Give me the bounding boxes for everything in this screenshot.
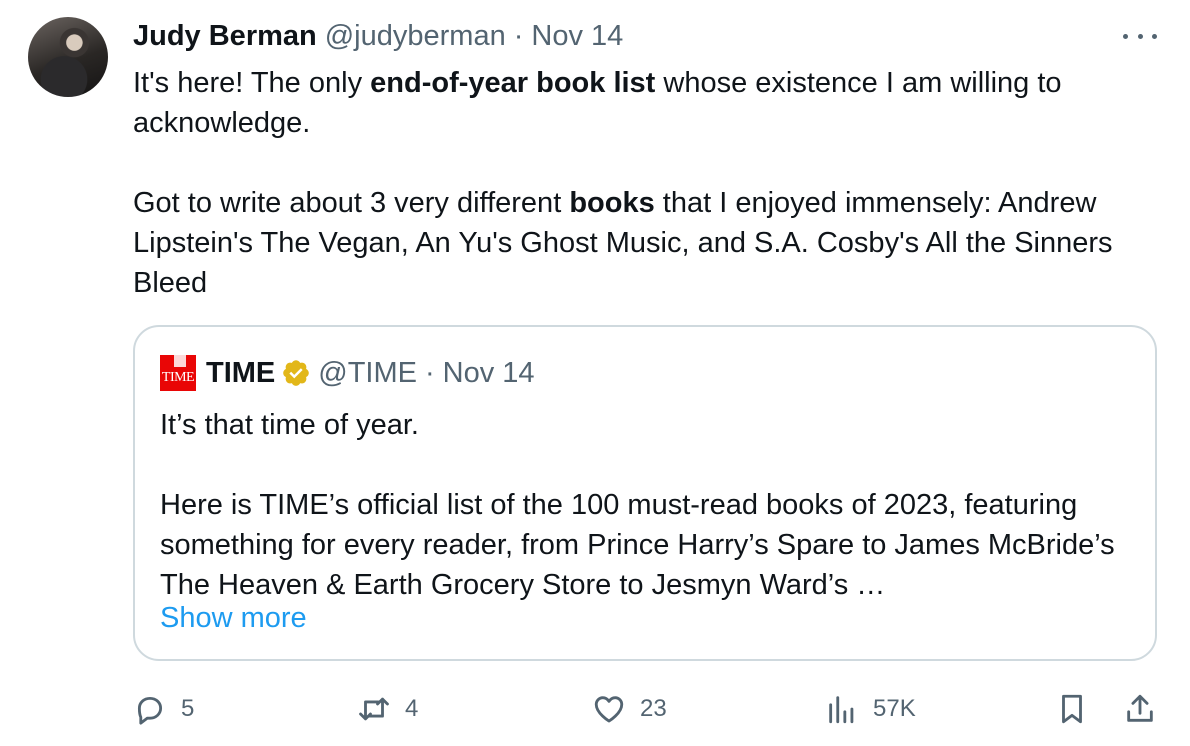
time-avatar-logo[interactable]: TIME bbox=[160, 355, 196, 391]
reply-button[interactable]: 5 bbox=[133, 688, 194, 730]
bookmark-icon bbox=[1062, 694, 1082, 724]
tweet-text: It's here! The only end-of-year book lis… bbox=[133, 63, 1143, 303]
heart-icon bbox=[594, 696, 624, 723]
tweet-header: Judy Berman @judyberman · Nov 14 bbox=[133, 18, 623, 54]
retweet-count: 4 bbox=[405, 695, 419, 722]
verified-badge-icon bbox=[283, 360, 310, 386]
quoted-tweet-date[interactable]: Nov 14 bbox=[443, 357, 535, 390]
share-icon bbox=[1127, 694, 1153, 722]
retweet-icon bbox=[359, 697, 389, 721]
quoted-tweet[interactable]: TIME TIME @TIME · Nov 14 It’s that time … bbox=[133, 325, 1157, 661]
quoted-tweet-header: TIME TIME @TIME · Nov 14 bbox=[160, 353, 535, 393]
share-button[interactable] bbox=[1123, 688, 1157, 730]
tweet-actions-bar: 5 4 23 57K bbox=[0, 688, 1190, 730]
meta-separator: · bbox=[513, 19, 524, 52]
views-button[interactable]: 57K bbox=[825, 688, 916, 730]
more-options-icon[interactable] bbox=[1123, 26, 1157, 46]
reply-count: 5 bbox=[181, 695, 195, 722]
show-more-link[interactable]: Show more bbox=[160, 599, 307, 637]
tweet-text-bold2[interactable]: books bbox=[569, 187, 654, 219]
views-count: 57K bbox=[873, 695, 916, 722]
tweet-text-part1: It's here! The only bbox=[133, 67, 371, 99]
author-name[interactable]: Judy Berman bbox=[133, 20, 317, 53]
like-button[interactable]: 23 bbox=[592, 688, 667, 730]
reply-icon bbox=[137, 696, 163, 725]
tweet-text-bold1[interactable]: end-of-year book list bbox=[370, 67, 655, 99]
author-handle[interactable]: @judyberman bbox=[325, 20, 506, 53]
quoted-meta-separator: · bbox=[425, 356, 435, 389]
quoted-author-name[interactable]: TIME bbox=[206, 357, 275, 390]
like-count: 23 bbox=[640, 695, 667, 722]
quoted-tweet-text: It’s that time of year. Here is TIME’s o… bbox=[160, 409, 1115, 601]
tweet-date[interactable]: Nov 14 bbox=[531, 20, 623, 53]
views-icon bbox=[829, 696, 854, 724]
retweet-button[interactable]: 4 bbox=[357, 688, 418, 730]
bookmark-button[interactable] bbox=[1055, 688, 1089, 730]
author-avatar[interactable] bbox=[28, 17, 108, 97]
quoted-author-handle[interactable]: @TIME bbox=[318, 357, 417, 390]
